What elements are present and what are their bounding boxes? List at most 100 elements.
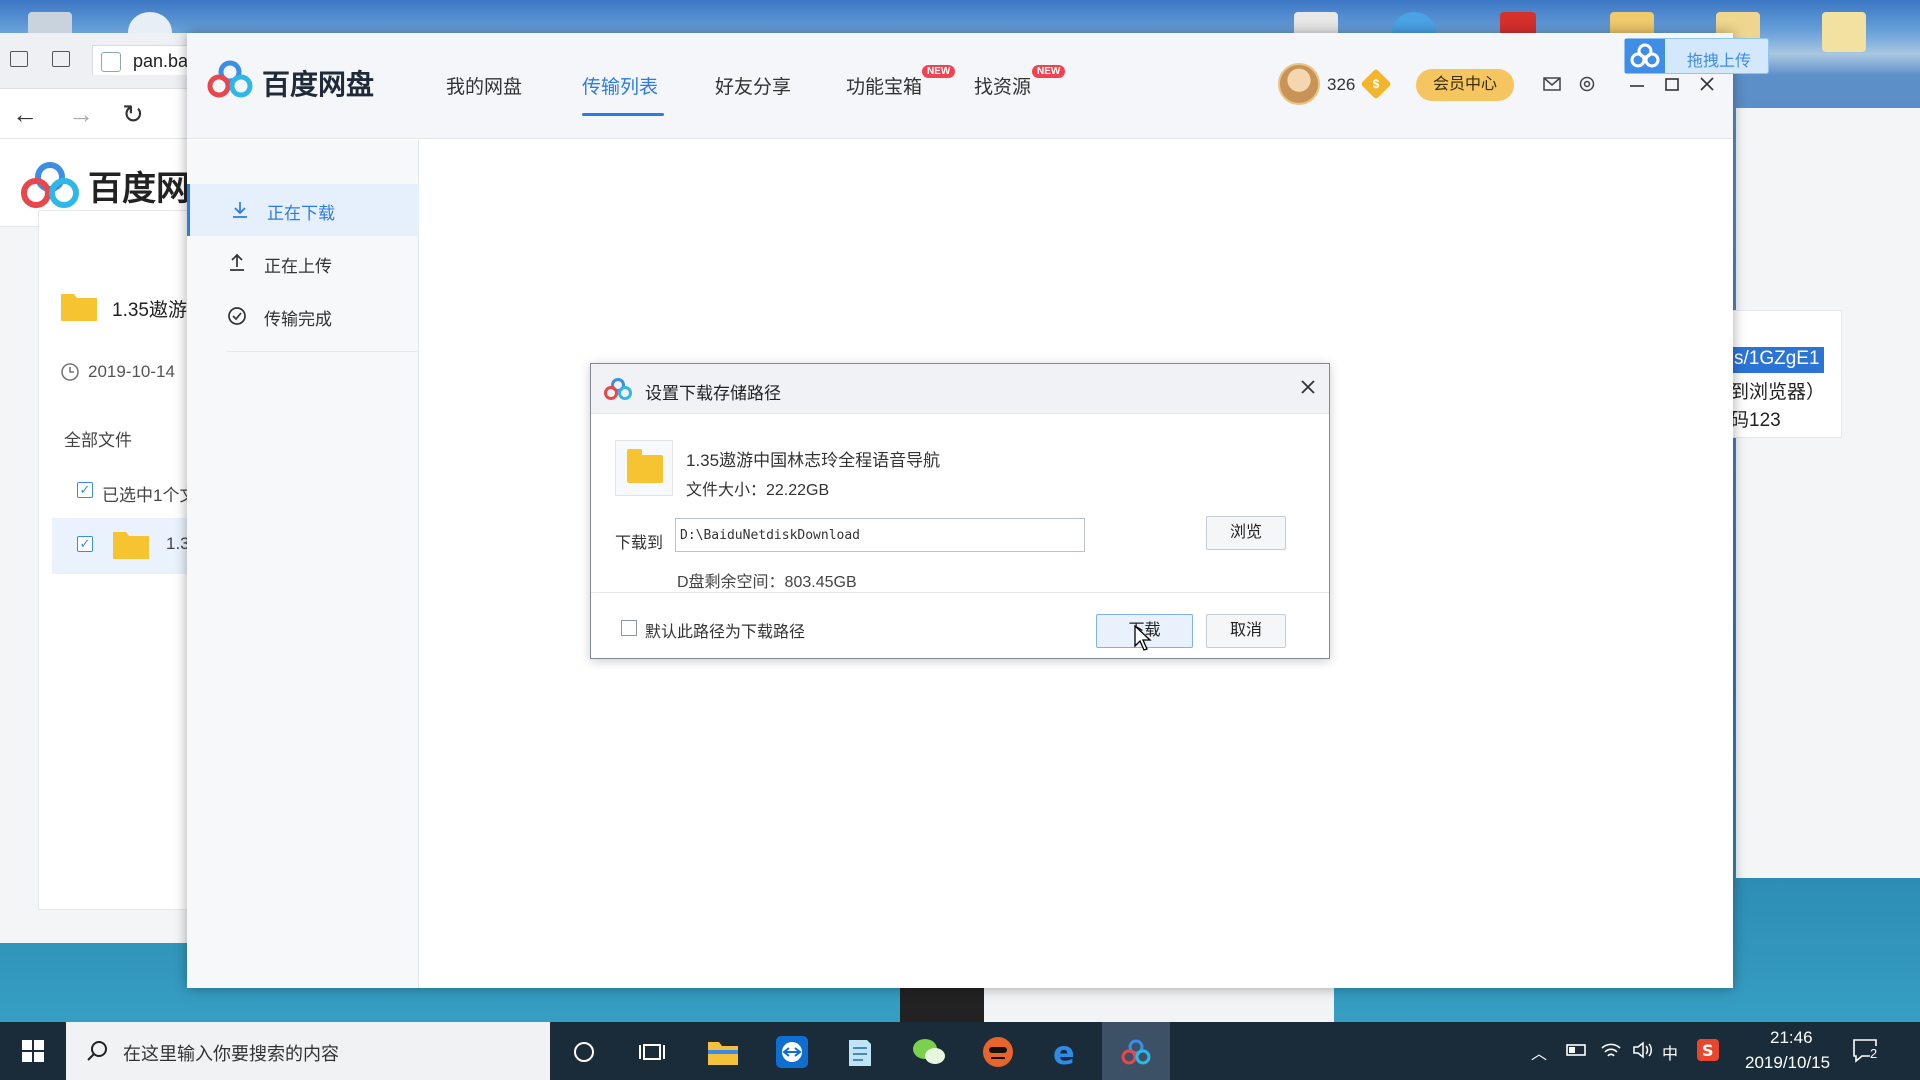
- browser-all-files-label: 全部文件: [64, 431, 132, 450]
- back-arrow-icon[interactable]: ←: [12, 99, 38, 130]
- show-hidden-icons-chevron-icon[interactable]: ︿: [1531, 1040, 1547, 1064]
- drag-upload-widget[interactable]: 拖拽上传: [1624, 38, 1769, 74]
- clock-date[interactable]: 2019/10/15: [1745, 1053, 1830, 1073]
- sidebar-item-label: 正在下载: [267, 204, 335, 223]
- notification-count: 2: [1870, 1046, 1878, 1061]
- battery-icon[interactable]: [1566, 1042, 1588, 1058]
- coin-count: 326: [1327, 75, 1356, 94]
- wechat-icon[interactable]: [909, 1032, 949, 1072]
- mail-icon[interactable]: [1541, 73, 1563, 95]
- folder-icon-small: [113, 532, 149, 559]
- desktop-file-icon[interactable]: [1822, 12, 1866, 52]
- new-badge: NEW: [922, 65, 956, 78]
- dialog-header: 设置下载存储路径: [591, 364, 1329, 414]
- dialog-file-size: 文件大小：22.22GB: [686, 482, 830, 499]
- close-icon[interactable]: [1297, 376, 1319, 398]
- sidebar-item-label: 传输完成: [264, 310, 332, 329]
- select-all-checkbox[interactable]: ✓: [77, 482, 93, 498]
- transfer-sidebar: 正在下载 正在上传 传输完成: [187, 140, 419, 988]
- download-path-input[interactable]: [675, 518, 1085, 552]
- browser-right-panel: [1736, 108, 1920, 878]
- drag-upload-label: 拖拽上传: [1687, 53, 1752, 70]
- browser-tab-title: pan.ba: [133, 51, 189, 71]
- sidebar-divider: [227, 351, 417, 352]
- teamviewer-icon[interactable]: [772, 1032, 812, 1072]
- browse-button[interactable]: 浏览: [1206, 516, 1286, 550]
- wifi-icon[interactable]: [1600, 1040, 1622, 1060]
- cortana-icon[interactable]: [564, 1032, 604, 1072]
- svg-text:S: S: [1702, 1041, 1714, 1060]
- task-view-icon[interactable]: [632, 1032, 672, 1072]
- selected-share-link[interactable]: s/1GZgE1: [1730, 347, 1824, 373]
- windows-taskbar: 在这里输入你要搜索的内容 e ︿ 中 S 21:46 2019/10/15 2: [0, 1022, 1920, 1080]
- maximize-icon[interactable]: [1661, 73, 1683, 95]
- nav-my-netdisk[interactable]: 我的网盘: [446, 72, 522, 99]
- reload-icon[interactable]: ↻: [122, 99, 144, 130]
- browser-share-date: 2019-10-14: [88, 362, 175, 381]
- clock-time[interactable]: 21:46: [1770, 1028, 1813, 1048]
- sidebar-item-completed[interactable]: 传输完成: [187, 290, 419, 342]
- file-explorer-icon[interactable]: [703, 1032, 743, 1072]
- background-dark-window: [900, 985, 984, 1023]
- check-circle-icon: [228, 307, 246, 325]
- upload-icon: [230, 253, 244, 271]
- baidu-netdisk-logo-icon: [604, 378, 632, 400]
- edge-browser-icon[interactable]: e: [1046, 1032, 1086, 1072]
- save-to-label: 下载到: [615, 535, 664, 552]
- baidu-netdisk-taskbar-icon[interactable]: [1116, 1032, 1156, 1072]
- folder-icon: [615, 440, 673, 496]
- vip-center-button[interactable]: 会员中心: [1416, 69, 1514, 101]
- sogou-ime-icon[interactable]: S: [1697, 1039, 1719, 1061]
- baidu-favicon-icon: [101, 52, 121, 72]
- browser-logo-text: 百度网: [88, 170, 190, 208]
- download-icon: [233, 202, 247, 218]
- netdisk-float-icon: [1625, 39, 1665, 73]
- folder-icon: [61, 294, 97, 321]
- dialog-divider: [591, 592, 1329, 593]
- app-header: 百度网盘 我的网盘 传输列表 好友分享 功能宝箱 NEW 找资源 NEW 326…: [187, 33, 1733, 139]
- nav-toolbox[interactable]: 功能宝箱: [846, 72, 922, 99]
- taskbar-search-box[interactable]: 在这里输入你要搜索的内容: [66, 1022, 550, 1080]
- row-checkbox[interactable]: ✓: [77, 536, 93, 552]
- volume-icon[interactable]: [1632, 1041, 1654, 1059]
- nav-transfer-list[interactable]: 传输列表: [582, 72, 658, 99]
- game-app-icon[interactable]: [978, 1032, 1018, 1072]
- forward-arrow-icon[interactable]: →: [68, 99, 94, 130]
- active-tab-indicator: [582, 113, 664, 116]
- download-path-dialog: 设置下载存储路径 1.35遨游中国林志玲全程语音导航 文件大小：22.22GB …: [590, 363, 1330, 659]
- dialog-file-name: 1.35遨游中国林志玲全程语音导航: [686, 451, 941, 470]
- mouse-pointer-icon: [1134, 625, 1152, 651]
- default-path-checkbox[interactable]: [621, 620, 637, 636]
- baidu-netdisk-logo-icon: [207, 60, 253, 98]
- search-placeholder: 在这里输入你要搜索的内容: [123, 1044, 339, 1064]
- share-text-line: 到浏览器）: [1730, 382, 1826, 403]
- user-avatar[interactable]: [1278, 63, 1320, 105]
- browser-tab-bar: pan.ba: [0, 33, 190, 89]
- search-icon: [87, 1041, 107, 1061]
- default-path-label: 默认此路径为下载路径: [645, 624, 806, 641]
- ime-indicator[interactable]: 中: [1662, 1040, 1678, 1064]
- notepad-app-icon[interactable]: [840, 1032, 880, 1072]
- close-icon[interactable]: [1696, 73, 1718, 95]
- sidebar-item-uploading[interactable]: 正在上传: [187, 237, 419, 289]
- nav-friend-share[interactable]: 好友分享: [715, 72, 791, 99]
- browser-folder-name: 1.35遨游: [112, 300, 187, 321]
- nav-find-resources[interactable]: 找资源: [974, 72, 1031, 99]
- settings-gear-icon[interactable]: [1576, 73, 1598, 95]
- coin-symbol: $: [1372, 77, 1380, 91]
- baidu-netdisk-logo-icon: [21, 162, 79, 208]
- minimize-icon[interactable]: [1626, 73, 1648, 95]
- action-center-icon[interactable]: 2: [1852, 1038, 1882, 1064]
- free-space-text: D盘剩余空间：803.45GB: [677, 574, 857, 591]
- browser-tab[interactable]: pan.ba: [92, 45, 190, 75]
- share-code-line: 码123: [1730, 410, 1781, 431]
- restore-tab-icon[interactable]: [52, 51, 70, 67]
- cancel-button[interactable]: 取消: [1206, 614, 1286, 648]
- browser-navigation-bar: ← → ↻: [0, 89, 190, 139]
- dialog-title: 设置下载存储路径: [645, 384, 781, 403]
- sidebar-item-downloading[interactable]: 正在下载: [187, 184, 419, 236]
- tab-manager-icon[interactable]: [10, 51, 28, 67]
- coin-icon[interactable]: $: [1360, 68, 1392, 100]
- start-button[interactable]: [0, 1022, 66, 1080]
- windows-logo-icon: [22, 1040, 44, 1062]
